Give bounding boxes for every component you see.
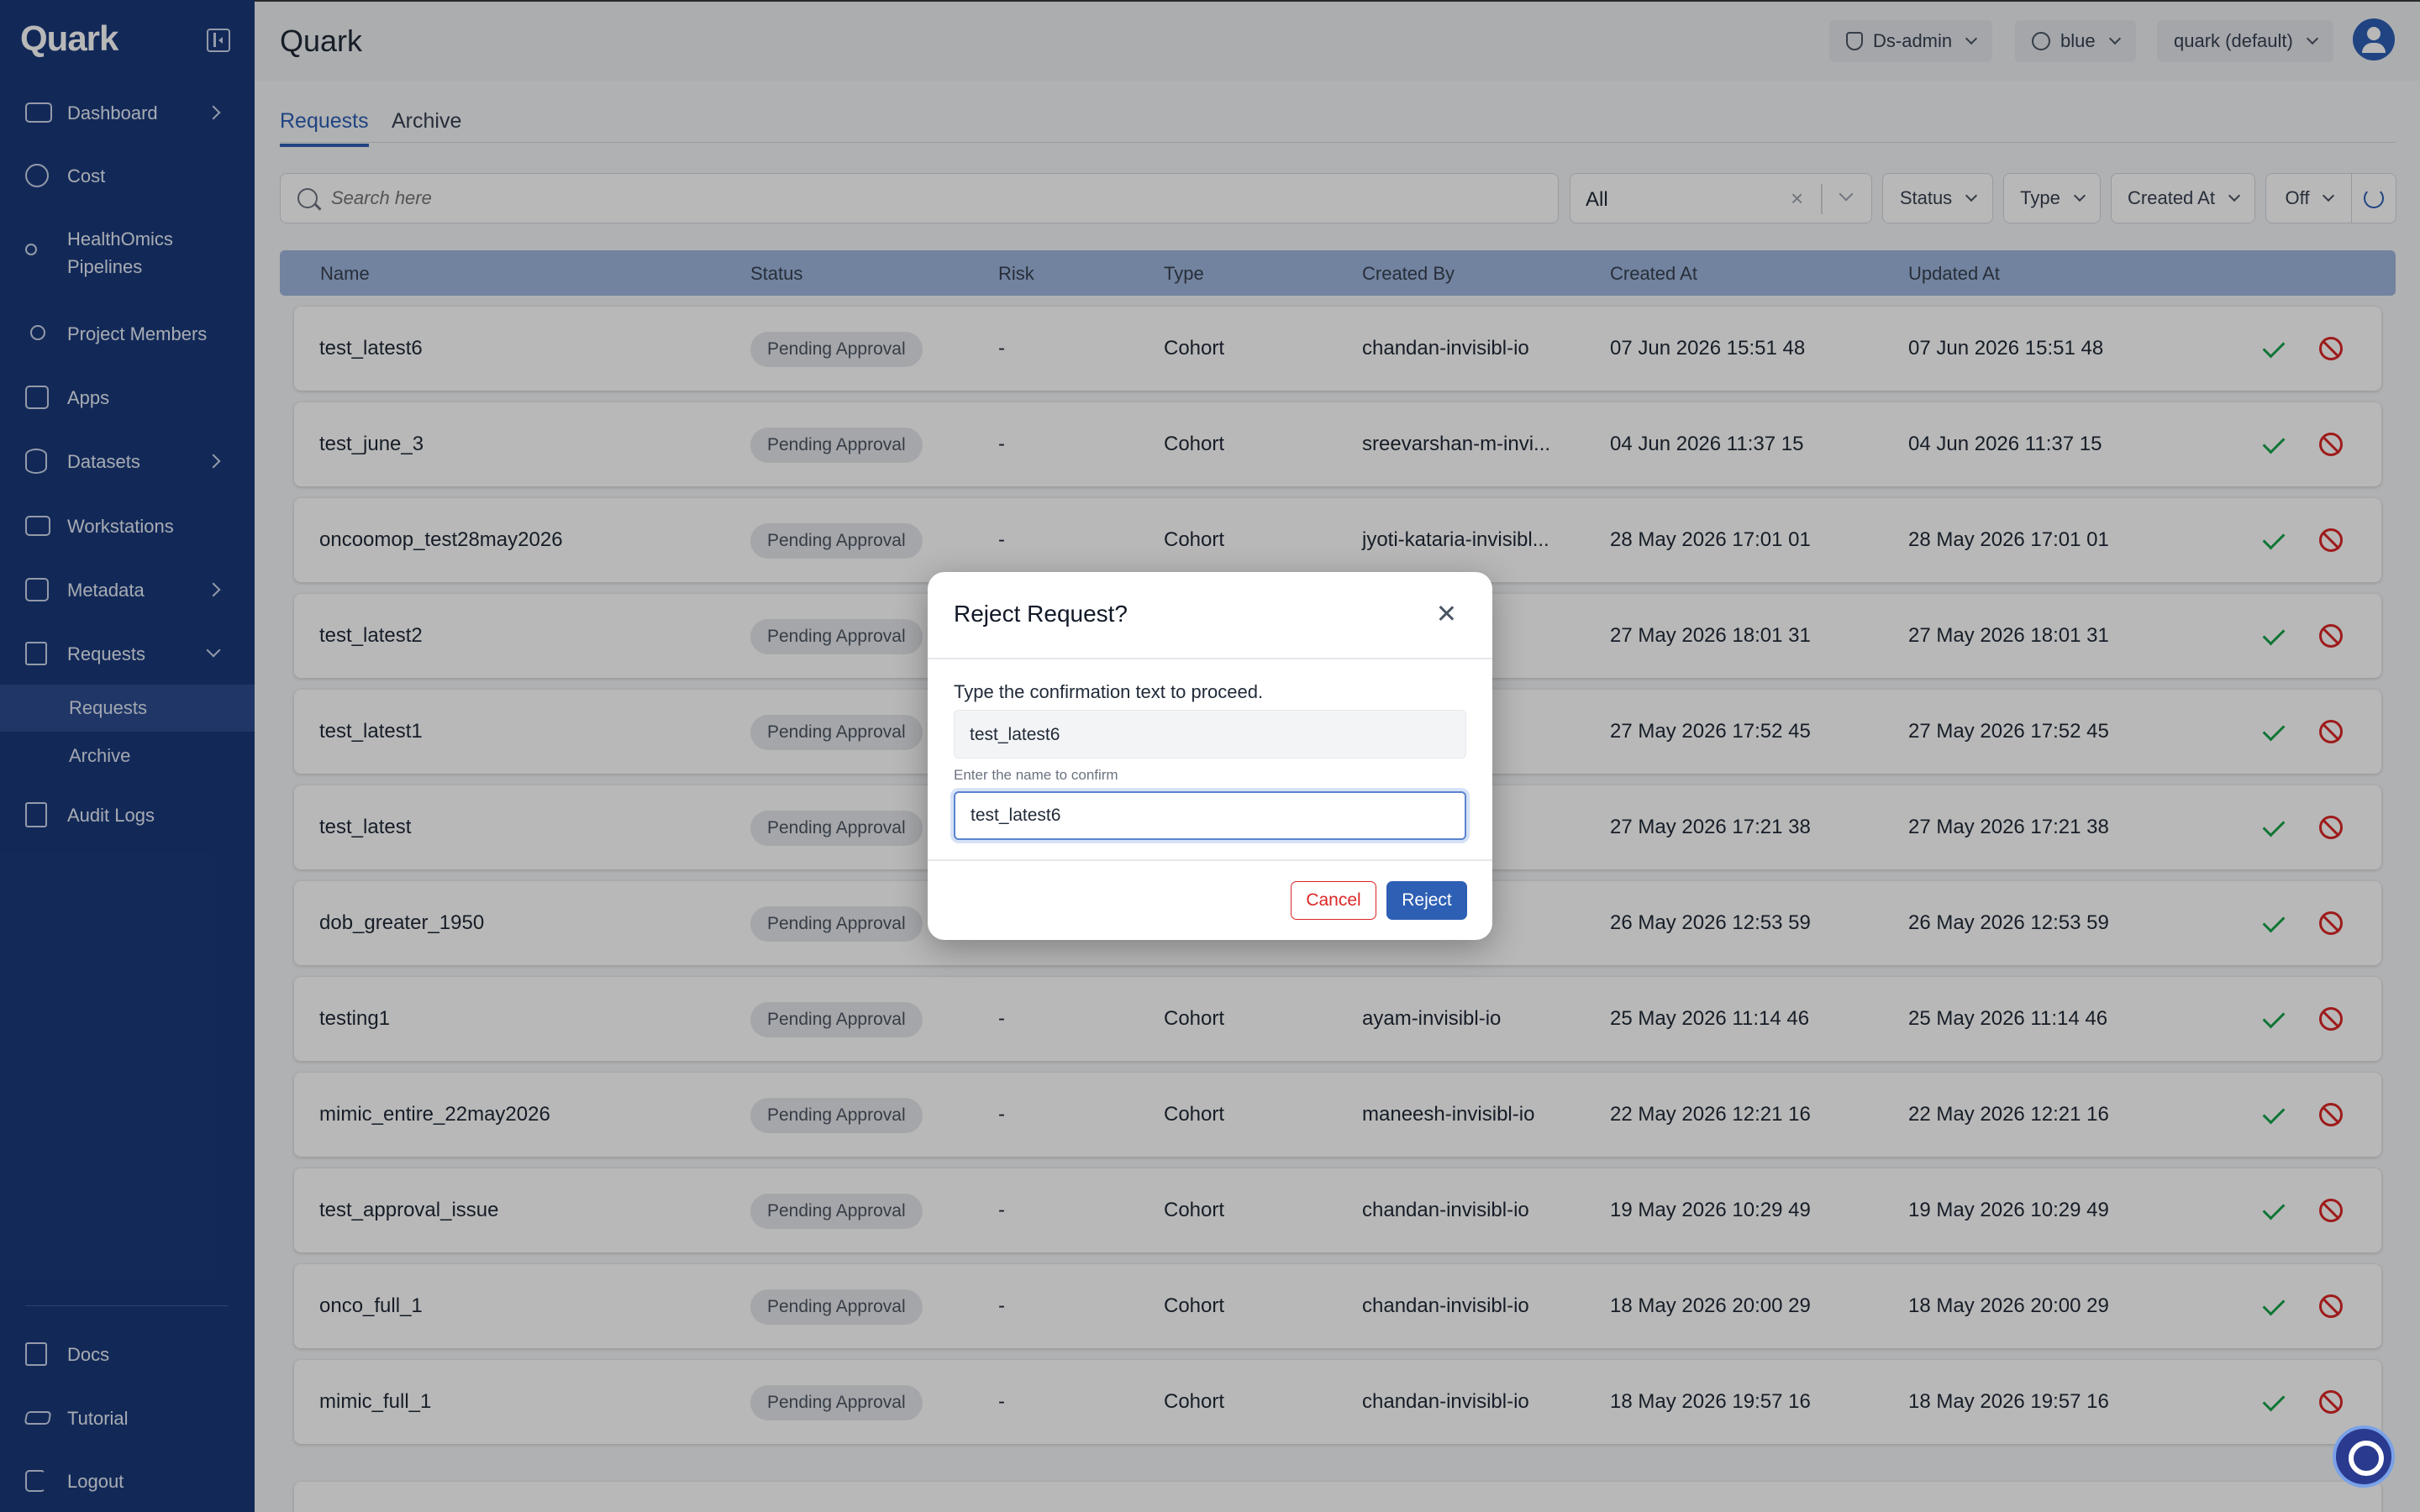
confirmation-text: test_latest6 bbox=[954, 710, 1466, 759]
confirm-name-input[interactable] bbox=[954, 791, 1466, 840]
chat-assistant-icon[interactable] bbox=[2333, 1425, 2395, 1488]
dialog-title: Reject Request? bbox=[954, 601, 1128, 627]
close-icon[interactable] bbox=[1434, 601, 1459, 626]
dialog-divider bbox=[928, 658, 1492, 659]
cancel-button[interactable]: Cancel bbox=[1291, 881, 1376, 920]
reject-button[interactable]: Reject bbox=[1386, 881, 1467, 920]
dialog-prompt: Type the confirmation text to proceed. bbox=[954, 681, 1264, 702]
dialog-divider bbox=[928, 859, 1492, 861]
confirm-helper-label: Enter the name to confirm bbox=[954, 767, 1118, 783]
reject-request-dialog: Reject Request? Type the confirmation te… bbox=[928, 572, 1492, 940]
